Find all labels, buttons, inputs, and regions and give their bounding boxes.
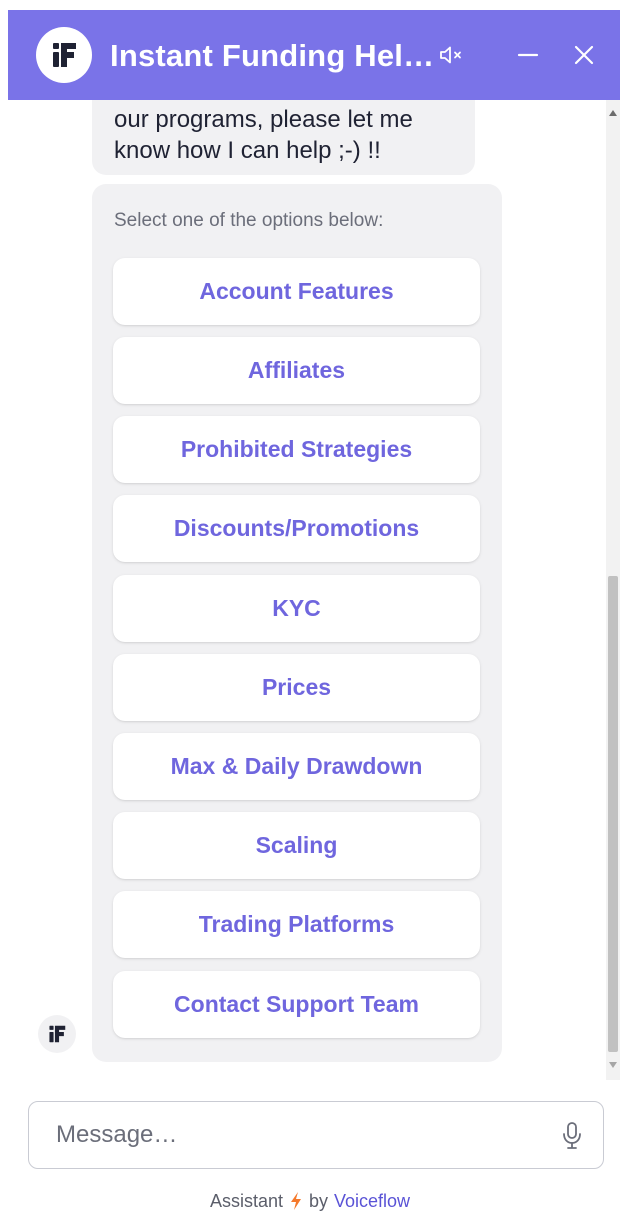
option-affiliates[interactable]: Affiliates	[113, 337, 480, 404]
minimize-button[interactable]	[508, 35, 548, 75]
chat-title: Instant Funding Hel…	[110, 38, 435, 73]
scroll-down-arrow-icon[interactable]	[609, 1062, 617, 1068]
chat-scrollbar[interactable]	[606, 100, 620, 1080]
scroll-up-arrow-icon[interactable]	[609, 110, 617, 116]
logo-icon	[49, 1025, 66, 1043]
options-prompt: Select one of the options below:	[114, 210, 384, 231]
option-kyc[interactable]: KYC	[113, 575, 480, 642]
microphone-button[interactable]	[557, 1120, 587, 1152]
message-line: know how I can help ;-) !!	[114, 137, 381, 164]
scrollbar-thumb[interactable]	[608, 576, 618, 1052]
minimize-icon	[517, 53, 539, 57]
footer-by: by	[308, 1190, 328, 1211]
mute-button[interactable]	[432, 35, 472, 75]
options-card: Select one of the options below: Account…	[92, 184, 502, 1062]
message-line: our programs, please let me	[114, 106, 413, 133]
option-prices[interactable]: Prices	[113, 654, 480, 721]
powered-by-footer: Assistant by Voiceflow	[0, 1188, 620, 1214]
mute-icon	[440, 46, 461, 64]
message-input[interactable]	[30, 1103, 530, 1167]
message-composer	[28, 1101, 604, 1169]
footer-prefix: Assistant	[209, 1190, 283, 1211]
assistant-avatar	[38, 1015, 76, 1053]
lightning-bolt-icon	[290, 1192, 301, 1210]
option-scaling[interactable]: Scaling	[113, 812, 480, 879]
option-discounts-promotions[interactable]: Discounts/Promotions	[113, 495, 480, 562]
microphone-icon	[563, 1122, 581, 1149]
voiceflow-link[interactable]: Voiceflow	[334, 1191, 410, 1212]
option-contact-support-team[interactable]: Contact Support Team	[113, 971, 480, 1038]
option-trading-platforms[interactable]: Trading Platforms	[113, 891, 480, 958]
chat-transcript[interactable]: our programs, please let me know how I c…	[8, 100, 606, 1080]
option-prohibited-strategies[interactable]: Prohibited Strategies	[113, 416, 480, 483]
assistant-message-bubble: our programs, please let me know how I c…	[92, 100, 475, 175]
option-account-features[interactable]: Account Features	[113, 258, 480, 325]
close-button[interactable]	[564, 35, 604, 75]
close-icon	[574, 45, 594, 65]
chat-header: Instant Funding Hel…	[8, 10, 620, 100]
logo-icon	[36, 27, 92, 83]
option-max-daily-drawdown[interactable]: Max & Daily Drawdown	[113, 733, 480, 800]
